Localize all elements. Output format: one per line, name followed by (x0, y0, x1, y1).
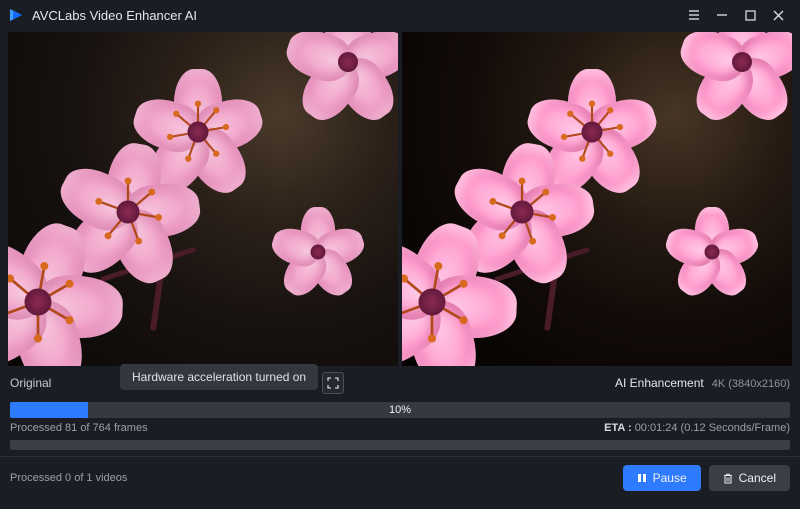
preview-info-row: Original Hardware acceleration turned on… (0, 366, 800, 398)
maximize-button[interactable] (736, 1, 764, 29)
progress-percent-label: 10% (389, 404, 411, 416)
pause-button[interactable]: Pause (623, 465, 701, 491)
trash-icon (723, 473, 733, 484)
videos-progress-bar (10, 440, 790, 450)
frames-status: Processed 81 of 764 frames (10, 422, 148, 434)
cancel-button-label: Cancel (739, 471, 776, 485)
preview-compare (8, 32, 792, 366)
preview-enhanced (402, 32, 792, 366)
footer: Processed 0 of 1 videos Pause Cancel (0, 456, 800, 501)
original-label: Original (10, 376, 51, 390)
eta-text: ETA : 00:01:24 (0.12 Seconds/Frame) (604, 422, 790, 434)
enhancement-label: AI Enhancement (615, 376, 704, 390)
progress-block: 10% Processed 81 of 764 frames ETA : 00:… (0, 398, 800, 450)
videos-status: Processed 0 of 1 videos (10, 472, 623, 484)
minimize-button[interactable] (708, 1, 736, 29)
fullscreen-toggle-button[interactable] (322, 372, 344, 394)
app-logo-icon (8, 7, 24, 23)
pause-icon (637, 473, 647, 483)
close-button[interactable] (764, 1, 792, 29)
menu-button[interactable] (680, 1, 708, 29)
frames-progress-bar: 10% (10, 402, 790, 418)
pause-button-label: Pause (653, 471, 687, 485)
resolution-label: 4K (3840x2160) (712, 378, 790, 390)
app-title: AVCLabs Video Enhancer AI (32, 8, 197, 23)
cancel-button[interactable]: Cancel (709, 465, 790, 491)
preview-original (8, 32, 398, 366)
titlebar: AVCLabs Video Enhancer AI (0, 0, 800, 30)
